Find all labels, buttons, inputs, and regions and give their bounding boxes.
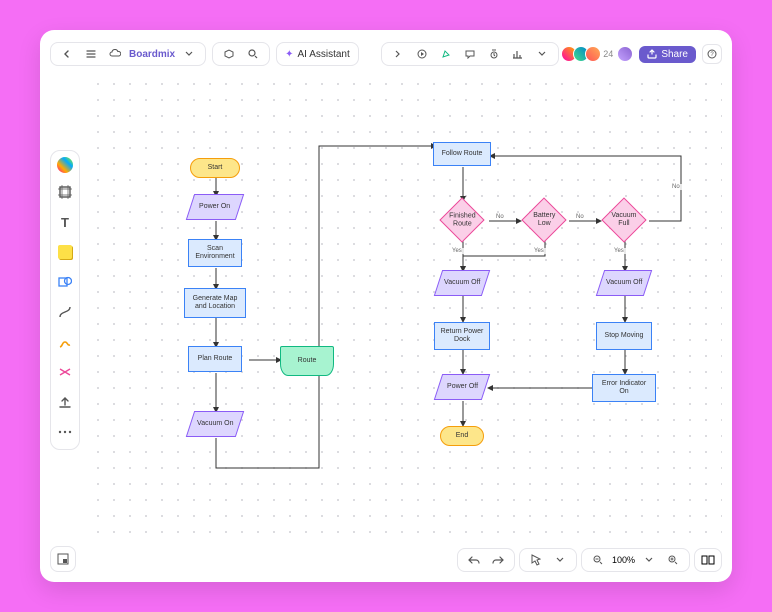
highlighter-icon[interactable] bbox=[54, 361, 76, 383]
node-route-doc[interactable]: Route bbox=[280, 346, 334, 376]
node-stop-moving[interactable]: Stop Moving bbox=[596, 322, 652, 350]
tag-icon[interactable] bbox=[219, 44, 239, 64]
node-vacuum-off-2[interactable]: Vacuum Off bbox=[596, 270, 652, 296]
node-battery-low[interactable]: Battery Low bbox=[521, 197, 566, 242]
chevron-right-icon[interactable] bbox=[388, 44, 408, 64]
minimap-icon[interactable] bbox=[50, 546, 76, 572]
zoom-group: 100% bbox=[581, 548, 690, 572]
canvas[interactable]: Start Power On Scan Environment Generate… bbox=[90, 76, 722, 536]
pages-icon[interactable] bbox=[694, 548, 722, 572]
menu-icon[interactable] bbox=[81, 44, 101, 64]
avatar[interactable] bbox=[617, 46, 633, 62]
edge-label-no: No bbox=[494, 214, 506, 220]
node-vacuum-off-1[interactable]: Vacuum Off bbox=[434, 270, 490, 296]
share-icon bbox=[647, 49, 657, 59]
center-toolbar-group bbox=[381, 42, 559, 66]
collaborators[interactable]: 24 bbox=[565, 46, 633, 62]
avatar-count: 24 bbox=[603, 49, 613, 59]
node-start[interactable]: Start bbox=[190, 158, 240, 178]
share-label: Share bbox=[661, 49, 688, 60]
avatar[interactable] bbox=[585, 46, 601, 62]
cloud-icon bbox=[105, 44, 125, 64]
app-window: Boardmix ✦ AI Assistant bbox=[40, 30, 732, 582]
chevron-down-icon[interactable] bbox=[550, 550, 570, 570]
pen-icon[interactable] bbox=[54, 331, 76, 353]
shape-icon[interactable] bbox=[54, 271, 76, 293]
more-icon[interactable] bbox=[532, 44, 552, 64]
frame-icon[interactable] bbox=[54, 181, 76, 203]
upload-icon[interactable] bbox=[54, 391, 76, 413]
cursor-group bbox=[519, 548, 577, 572]
top-toolbar: Boardmix ✦ AI Assistant bbox=[50, 40, 722, 68]
edge-label-yes: Yes bbox=[532, 248, 546, 254]
play-icon[interactable] bbox=[412, 44, 432, 64]
comment-icon[interactable] bbox=[460, 44, 480, 64]
node-plan-route[interactable]: Plan Route bbox=[188, 346, 242, 372]
timer-icon[interactable] bbox=[484, 44, 504, 64]
chevron-down-icon[interactable] bbox=[639, 550, 659, 570]
node-vacuum-full[interactable]: Vacuum Full bbox=[601, 197, 646, 242]
edge-label-no: No bbox=[574, 214, 586, 220]
chart-icon[interactable] bbox=[508, 44, 528, 64]
redo-icon[interactable] bbox=[488, 550, 508, 570]
sticky-note-icon[interactable] bbox=[54, 241, 76, 263]
side-toolbar: T bbox=[50, 150, 80, 450]
undo-icon[interactable] bbox=[464, 550, 484, 570]
connector-icon[interactable] bbox=[54, 301, 76, 323]
document-title[interactable]: Boardmix bbox=[129, 49, 175, 60]
bottom-toolbar: 100% bbox=[457, 548, 722, 572]
back-button[interactable] bbox=[57, 44, 77, 64]
node-follow-route[interactable]: Follow Route bbox=[433, 142, 491, 166]
zoom-out-icon[interactable] bbox=[588, 550, 608, 570]
node-return-dock[interactable]: Return Power Dock bbox=[434, 322, 490, 350]
share-button[interactable]: Share bbox=[639, 46, 696, 63]
palette-icon[interactable] bbox=[57, 157, 73, 173]
undo-redo-group bbox=[457, 548, 515, 572]
ai-assistant-label: AI Assistant bbox=[298, 49, 350, 60]
chevron-down-icon[interactable] bbox=[179, 44, 199, 64]
node-finished-route[interactable]: Finished Route bbox=[439, 197, 484, 242]
node-scan-env[interactable]: Scan Environment bbox=[188, 239, 242, 267]
left-toolbar-group: Boardmix bbox=[50, 42, 206, 66]
node-power-on[interactable]: Power On bbox=[186, 194, 244, 220]
node-vacuum-on[interactable]: Vacuum On bbox=[186, 411, 244, 437]
cursor-icon[interactable] bbox=[526, 550, 546, 570]
edge-label-yes: Yes bbox=[612, 248, 626, 254]
edge-label-no: No bbox=[670, 184, 682, 190]
ai-assistant-button[interactable]: ✦ AI Assistant bbox=[276, 42, 359, 66]
more-tools-icon[interactable] bbox=[54, 421, 76, 443]
search-icon[interactable] bbox=[243, 44, 263, 64]
node-power-off[interactable]: Power Off bbox=[434, 374, 490, 400]
celebrate-icon[interactable] bbox=[436, 44, 456, 64]
node-end[interactable]: End bbox=[440, 426, 484, 446]
zoom-in-icon[interactable] bbox=[663, 550, 683, 570]
node-gen-map[interactable]: Generate Map and Location bbox=[184, 288, 246, 318]
edge-label-yes: Yes bbox=[450, 248, 464, 254]
text-icon[interactable]: T bbox=[54, 211, 76, 233]
node-error-ind[interactable]: Error Indicator On bbox=[592, 374, 656, 402]
sparkle-icon: ✦ bbox=[285, 49, 293, 60]
tag-search-group bbox=[212, 42, 270, 66]
zoom-value[interactable]: 100% bbox=[612, 555, 635, 565]
help-icon[interactable]: ? bbox=[702, 44, 722, 64]
